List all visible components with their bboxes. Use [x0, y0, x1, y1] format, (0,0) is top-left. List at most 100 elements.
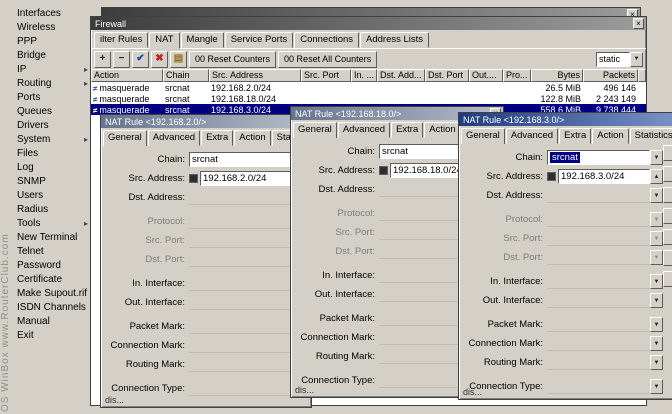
routing-mark-input[interactable] — [189, 357, 292, 372]
enable-button[interactable]: ✔ — [132, 51, 149, 68]
disable-button[interactable]: ✖ — [151, 51, 168, 68]
connection-type-input[interactable] — [547, 379, 650, 394]
comment-button[interactable]: ▤ — [170, 51, 187, 68]
column-header-src-address[interactable]: Src. Address — [209, 69, 301, 82]
dialog-side-button[interactable] — [663, 208, 672, 224]
protocol-input[interactable] — [547, 212, 650, 227]
negate-checkbox[interactable] — [189, 174, 198, 183]
sidebar-item-files[interactable]: Files — [12, 146, 90, 160]
sidebar-item-users[interactable]: Users — [12, 188, 90, 202]
sidebar-item-log[interactable]: Log — [12, 160, 90, 174]
tab-action[interactable]: Action — [592, 128, 628, 144]
nat-rule-row[interactable]: ≠masqueradesrcnat192.168.2.0/2426.5 MiB4… — [91, 82, 646, 93]
tab-extra[interactable]: Extra — [201, 130, 233, 146]
sidebar-item-exit[interactable]: Exit — [12, 328, 90, 342]
tab-address-lists[interactable]: Address Lists — [360, 32, 429, 48]
sidebar-item-system[interactable]: System▸ — [12, 132, 90, 146]
sidebar-item-certificate[interactable]: Certificate — [12, 272, 90, 286]
chevron-down-icon[interactable]: ▼ — [650, 250, 663, 265]
tab-ilter-rules[interactable]: ilter Rules — [94, 32, 148, 48]
dialog-side-button[interactable] — [663, 145, 672, 161]
negate-checkbox[interactable] — [379, 166, 388, 175]
nat-rule-row[interactable]: ≠masqueradesrcnat192.168.18.0/24122.8 Mi… — [91, 93, 646, 104]
out-interface-input[interactable] — [189, 295, 292, 310]
packet-mark-input[interactable] — [547, 317, 650, 332]
tab-nat[interactable]: NAT — [149, 32, 179, 49]
chevron-down-icon[interactable]: ▼ — [650, 336, 663, 351]
dialog-side-button[interactable] — [663, 166, 672, 182]
column-header-pro[interactable]: Pro... — [503, 69, 531, 82]
sidebar-item-ppp[interactable]: PPP — [12, 34, 90, 48]
connection-mark-input[interactable] — [189, 338, 292, 353]
src-address-input[interactable]: 192.168.2.0/24 — [200, 171, 292, 186]
sidebar-item-bridge[interactable]: Bridge — [12, 48, 90, 62]
tab-general[interactable]: General — [293, 122, 337, 138]
collapse-up-icon[interactable]: ▲ — [650, 169, 663, 184]
remove-button[interactable]: − — [113, 51, 130, 68]
column-header-bytes[interactable]: Bytes — [531, 69, 583, 82]
dst-port-input[interactable] — [547, 250, 650, 265]
sidebar-item-tools[interactable]: Tools▸ — [12, 216, 90, 230]
tab-service-ports[interactable]: Service Ports — [225, 32, 294, 48]
tab-advanced[interactable]: Advanced — [148, 130, 200, 146]
connection-mark-input[interactable] — [547, 336, 650, 351]
dialog-side-button[interactable] — [663, 250, 672, 266]
sidebar-item-isdn-channels[interactable]: ISDN Channels — [12, 300, 90, 314]
dst-address-input[interactable] — [189, 190, 292, 205]
chevron-down-icon[interactable]: ▼ — [630, 52, 643, 67]
in-interface-input[interactable] — [547, 274, 650, 289]
src-port-input[interactable] — [547, 231, 650, 246]
dst-port-input[interactable] — [189, 252, 292, 267]
dialog-titlebar[interactable]: NAT Rule <192.168.2.0/>× — [101, 115, 311, 128]
sidebar-item-radius[interactable]: Radius — [12, 202, 90, 216]
chain-dropdown[interactable]: srcnat — [189, 152, 292, 167]
chevron-down-icon[interactable]: ▼ — [650, 212, 663, 227]
tab-extra[interactable]: Extra — [559, 128, 591, 144]
out-interface-input[interactable] — [547, 293, 650, 308]
column-header-action[interactable]: Action — [91, 69, 163, 82]
column-header-dst-add[interactable]: Dst. Add... — [377, 69, 425, 82]
column-header-packets[interactable]: Packets — [583, 69, 638, 82]
column-header-chain[interactable]: Chain — [163, 69, 209, 82]
dialog-titlebar[interactable]: NAT Rule <192.168.3.0/>× — [459, 113, 672, 126]
protocol-input[interactable] — [189, 214, 292, 229]
column-header-src-port[interactable]: Src. Port — [301, 69, 351, 82]
column-header-dst-port[interactable]: Dst. Port — [425, 69, 469, 82]
tab-extra[interactable]: Extra — [391, 122, 423, 138]
tab-action[interactable]: Action — [424, 122, 460, 138]
tab-general[interactable]: General — [461, 128, 505, 144]
tab-advanced[interactable]: Advanced — [338, 122, 390, 138]
chevron-down-icon[interactable]: ▼ — [650, 231, 663, 246]
column-header-in[interactable]: In. ... — [351, 69, 377, 82]
tab-connections[interactable]: Connections — [294, 32, 359, 48]
sidebar-item-manual[interactable]: Manual — [12, 314, 90, 328]
chevron-down-icon[interactable]: ▼ — [650, 188, 663, 203]
firewall-titlebar[interactable]: Firewall × — [91, 17, 646, 30]
sidebar-item-interfaces[interactable]: Interfaces — [12, 6, 90, 20]
chevron-down-icon[interactable]: ▼ — [650, 317, 663, 332]
tab-advanced[interactable]: Advanced — [506, 128, 558, 144]
src-port-input[interactable] — [189, 233, 292, 248]
tab-statistics[interactable]: Statistics — [630, 128, 672, 144]
negate-checkbox[interactable] — [547, 172, 556, 181]
connection-type-input[interactable] — [189, 381, 292, 396]
dialog-side-button[interactable] — [663, 187, 672, 203]
chevron-down-icon[interactable]: ▼ — [650, 355, 663, 370]
sidebar-item-queues[interactable]: Queues — [12, 104, 90, 118]
dst-address-input[interactable] — [547, 188, 650, 203]
add-button[interactable]: + — [94, 51, 111, 68]
sidebar-item-snmp[interactable]: SNMP — [12, 174, 90, 188]
reset-counters-button[interactable]: 00 Reset Counters — [189, 51, 276, 68]
sidebar-item-ip[interactable]: IP▸ — [12, 62, 90, 76]
tab-general[interactable]: General — [103, 130, 147, 146]
sidebar-item-new-terminal[interactable]: New Terminal — [12, 230, 90, 244]
sidebar-item-wireless[interactable]: Wireless — [12, 20, 90, 34]
reset-all-counters-button[interactable]: 00 Reset All Counters — [278, 51, 377, 68]
rule-filter-dropdown[interactable]: static ▼ — [596, 52, 643, 67]
packet-mark-input[interactable] — [189, 319, 292, 334]
chevron-down-icon[interactable]: ▼ — [650, 293, 663, 308]
chevron-down-icon[interactable]: ▼ — [650, 150, 663, 165]
src-address-input[interactable]: 192.168.3.0/24 — [558, 169, 650, 184]
tab-mangle[interactable]: Mangle — [181, 32, 224, 48]
column-header-out[interactable]: Out.... — [469, 69, 503, 82]
